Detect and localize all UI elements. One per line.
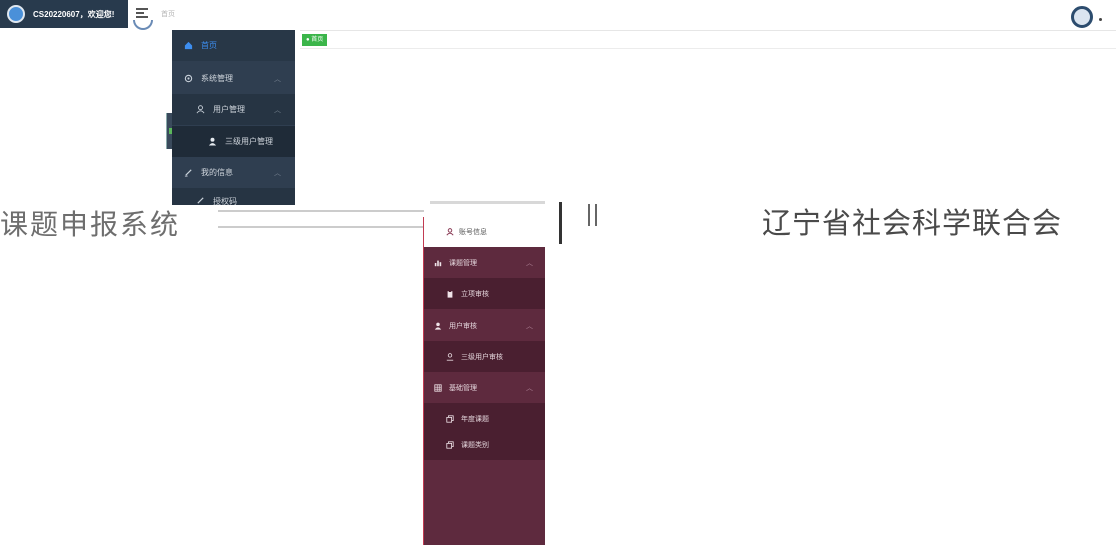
organization-title: 辽宁省社会科学联合会 [762, 206, 1063, 240]
sidebar-item-label: 用户管理 [213, 105, 245, 114]
sidebar-item-user-review[interactable]: 用户审核 ︿ [424, 310, 545, 341]
user-icon [446, 228, 454, 236]
sidebar-item-auth-code[interactable]: 授权码 [172, 188, 295, 205]
sidebar-item-label: 立项审核 [461, 290, 489, 298]
top-bar-divider [300, 30, 1116, 31]
menu-toggle-icon[interactable] [136, 8, 148, 18]
sidebar-item-level3-user-review[interactable]: 三级用户审核 [424, 341, 545, 372]
person-icon [434, 322, 442, 330]
chevron-up-icon: ︿ [274, 106, 281, 114]
account-info-header[interactable]: 账号信息 [424, 217, 545, 247]
sidebar-item-label: 年度课题 [461, 415, 489, 423]
sidebar-item-project-review[interactable]: 立项审核 [424, 278, 545, 309]
avatar [7, 5, 25, 23]
chevron-up-icon: ︿ [274, 75, 281, 83]
pen-icon [184, 169, 192, 177]
banner-rule [218, 210, 424, 212]
sidebar-item-label: 三级用户审核 [461, 353, 503, 361]
sidebar-item-label: 用户审核 [449, 322, 477, 330]
chevron-up-icon: ︿ [526, 322, 533, 330]
tab-home[interactable]: ● 首页 [302, 34, 328, 46]
user-greeting: CS20220607，欢迎您! [33, 9, 115, 19]
person-icon [208, 137, 217, 146]
user-greeting-box[interactable]: CS20220607，欢迎您! [0, 0, 128, 28]
sidebar-item-label: 三级用户管理 [225, 137, 273, 146]
gear-icon [184, 74, 193, 83]
user-icon [196, 105, 205, 114]
banner-divider [595, 204, 597, 226]
sidebar-item-my-info[interactable]: 我的信息 ︿ [172, 157, 295, 188]
sidebar-item-users[interactable]: 用户管理 ︿ [172, 94, 295, 125]
bar-chart-icon [434, 260, 442, 266]
home-icon [184, 41, 193, 50]
copy-icon [446, 440, 454, 449]
clipboard-icon [447, 289, 453, 298]
grid-icon [434, 383, 442, 392]
system-title: 课题申报系统 [0, 208, 181, 241]
sidebar-item-label: 首页 [201, 41, 217, 50]
sidebar-item-base-management[interactable]: 基础管理 ︿ [424, 372, 545, 403]
admin-sidebar: 首页 系统管理 ︿ 用户管理 ︿ 三级用户管理 我的信息 ︿ 授权码 [172, 30, 295, 205]
sidebar-item-label: 课题管理 [449, 259, 477, 267]
chevron-up-icon: ︿ [526, 259, 533, 267]
pen-icon [197, 197, 204, 204]
sidebar-item-topic-category[interactable]: 课题类别 [424, 429, 545, 460]
review-sidebar: 账号信息 课题管理 ︿ 立项审核 用户审核 ︿ 三级用户审核 基础管理 ︿ 年度… [423, 217, 545, 545]
account-info-label: 账号信息 [459, 229, 487, 236]
breadcrumb[interactable]: 首页 [161, 9, 175, 19]
copy-icon [446, 414, 454, 423]
sidebar-item-home[interactable]: 首页 [172, 30, 295, 61]
sidebar-item-label: 基础管理 [449, 384, 477, 392]
sidebar-item-level3-users[interactable]: 三级用户管理 [172, 126, 295, 157]
sidebar-item-label: 授权码 [213, 197, 237, 205]
sidebar-item-label: 我的信息 [201, 168, 233, 177]
dropdown-dot-icon[interactable] [1099, 18, 1102, 21]
sidebar-item-label: 系统管理 [201, 74, 233, 83]
user-icon [446, 352, 454, 361]
sidebar-item-topic-management[interactable]: 课题管理 ︿ [424, 247, 545, 278]
banner-divider [588, 204, 590, 226]
top-right-avatar[interactable] [1071, 6, 1093, 28]
banner-divider [559, 202, 562, 244]
chevron-up-icon: ︿ [526, 384, 533, 392]
sidebar-item-label: 课题类别 [461, 441, 489, 449]
banner-rule [430, 201, 545, 204]
banner-rule [218, 226, 424, 228]
content-divider [300, 48, 1116, 49]
chevron-up-icon: ︿ [274, 169, 281, 177]
sidebar-item-system[interactable]: 系统管理 ︿ [172, 63, 295, 94]
